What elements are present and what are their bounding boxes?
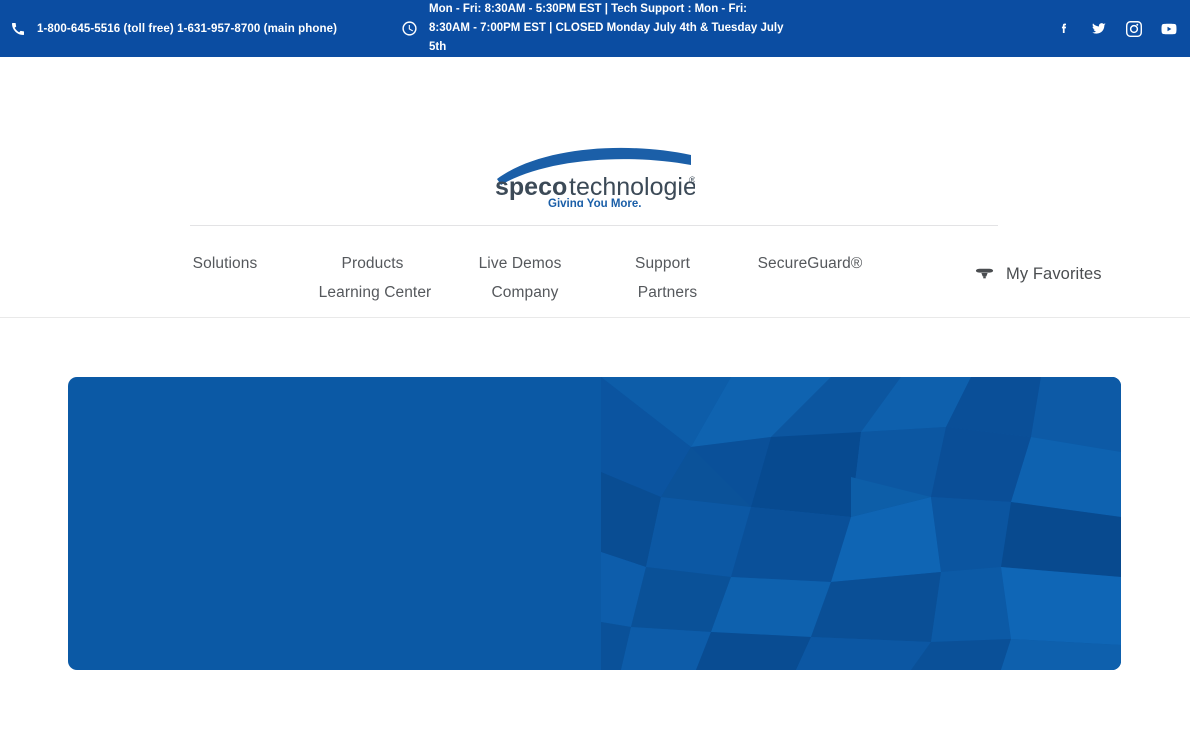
svg-text:speco: speco xyxy=(495,173,567,201)
main-content: Click to view our full product line Reva… xyxy=(0,318,1190,743)
nav-item-solutions[interactable]: Solutions xyxy=(150,249,300,278)
facebook-icon[interactable] xyxy=(1056,21,1072,37)
clock-icon xyxy=(401,20,418,37)
top-utility-bar: 1-800-645-5516 (toll free) 1-631-957-870… xyxy=(0,0,1190,57)
svg-text:®: ® xyxy=(689,175,695,185)
nav-item-support[interactable]: Support xyxy=(595,249,730,278)
my-favorites-link[interactable]: My Favorites xyxy=(975,265,1102,284)
business-hours-text: Mon - Fri: 8:30AM - 5:30PM EST | Tech Su… xyxy=(429,3,784,53)
svg-text:technologies: technologies xyxy=(569,173,695,201)
twitter-icon[interactable] xyxy=(1090,20,1108,38)
business-hours: Mon - Fri: 8:30AM - 5:30PM EST | Tech Su… xyxy=(401,0,789,57)
svg-text:Giving You More.: Giving You More. xyxy=(548,198,642,207)
nav-item-partners[interactable]: Partners xyxy=(600,278,735,307)
social-links xyxy=(1056,0,1178,57)
hero-polygon-texture xyxy=(601,377,1121,670)
nav-item-learning-center[interactable]: Learning Center xyxy=(300,278,450,307)
nav-item-live-demos[interactable]: Live Demos xyxy=(445,249,595,278)
nav-item-products[interactable]: Products xyxy=(300,249,445,278)
my-favorites-label: My Favorites xyxy=(1006,265,1102,283)
site-header: speco technologies ® Giving You More. So… xyxy=(0,57,1190,363)
nav-item-secureguard[interactable]: SecureGuard® xyxy=(730,249,890,278)
hero-banner[interactable] xyxy=(68,377,1121,670)
main-navigation: Solutions Products Live Demos Support Se… xyxy=(150,249,940,307)
header-divider xyxy=(190,225,998,226)
phone-contact[interactable]: 1-800-645-5516 (toll free) 1-631-957-870… xyxy=(10,0,337,57)
instagram-icon[interactable] xyxy=(1126,20,1142,37)
nav-item-company[interactable]: Company xyxy=(450,278,600,307)
phone-text: 1-800-645-5516 (toll free) 1-631-957-870… xyxy=(37,22,338,35)
phone-icon xyxy=(10,21,26,37)
speco-logo[interactable]: speco technologies ® Giving You More. xyxy=(495,139,695,207)
camera-icon xyxy=(975,268,994,282)
youtube-icon[interactable] xyxy=(1160,20,1178,38)
